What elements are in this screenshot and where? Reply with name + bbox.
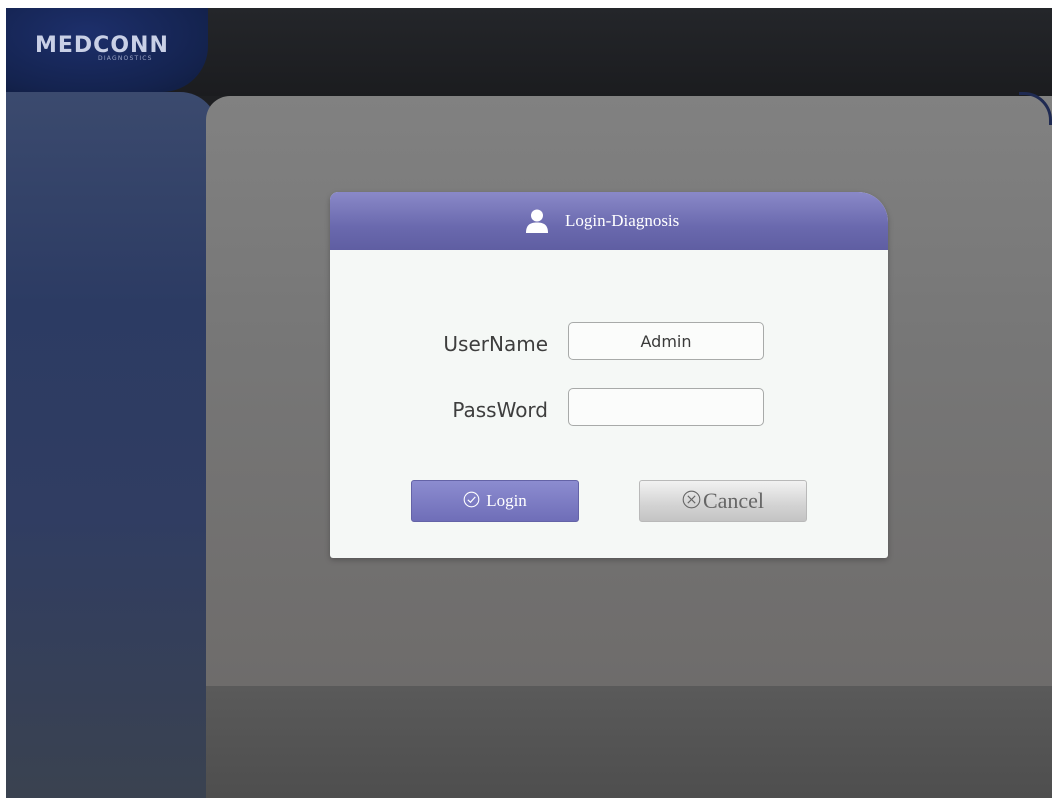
sidebar [6,92,218,798]
brand-tagline: DIAGNOSTICS [98,55,153,62]
login-dialog: Login-Diagnosis UserName PassWord Login [330,192,888,558]
password-label: PassWord [452,398,548,422]
brand-logo: MEDCONN DIAGNOSTICS [6,8,208,92]
cancel-button-label: Cancel [702,488,765,513]
login-button-label: Login [486,491,527,510]
x-circle-icon [682,490,701,513]
footer-bar [206,686,1052,798]
password-input[interactable] [568,388,764,426]
dialog-header: Login-Diagnosis [330,192,888,250]
user-icon [526,209,548,233]
check-circle-icon [463,491,480,511]
app-screen: MEDCONN DIAGNOSTICS Login-Diagnosis User… [6,8,1052,798]
username-input[interactable] [568,322,764,360]
cancel-button[interactable]: Cancel [639,480,807,522]
dialog-title-group: Login-Diagnosis [526,208,679,234]
login-button[interactable]: Login [411,480,579,522]
dialog-title: Login-Diagnosis [565,211,680,230]
username-label: UserName [443,332,548,356]
